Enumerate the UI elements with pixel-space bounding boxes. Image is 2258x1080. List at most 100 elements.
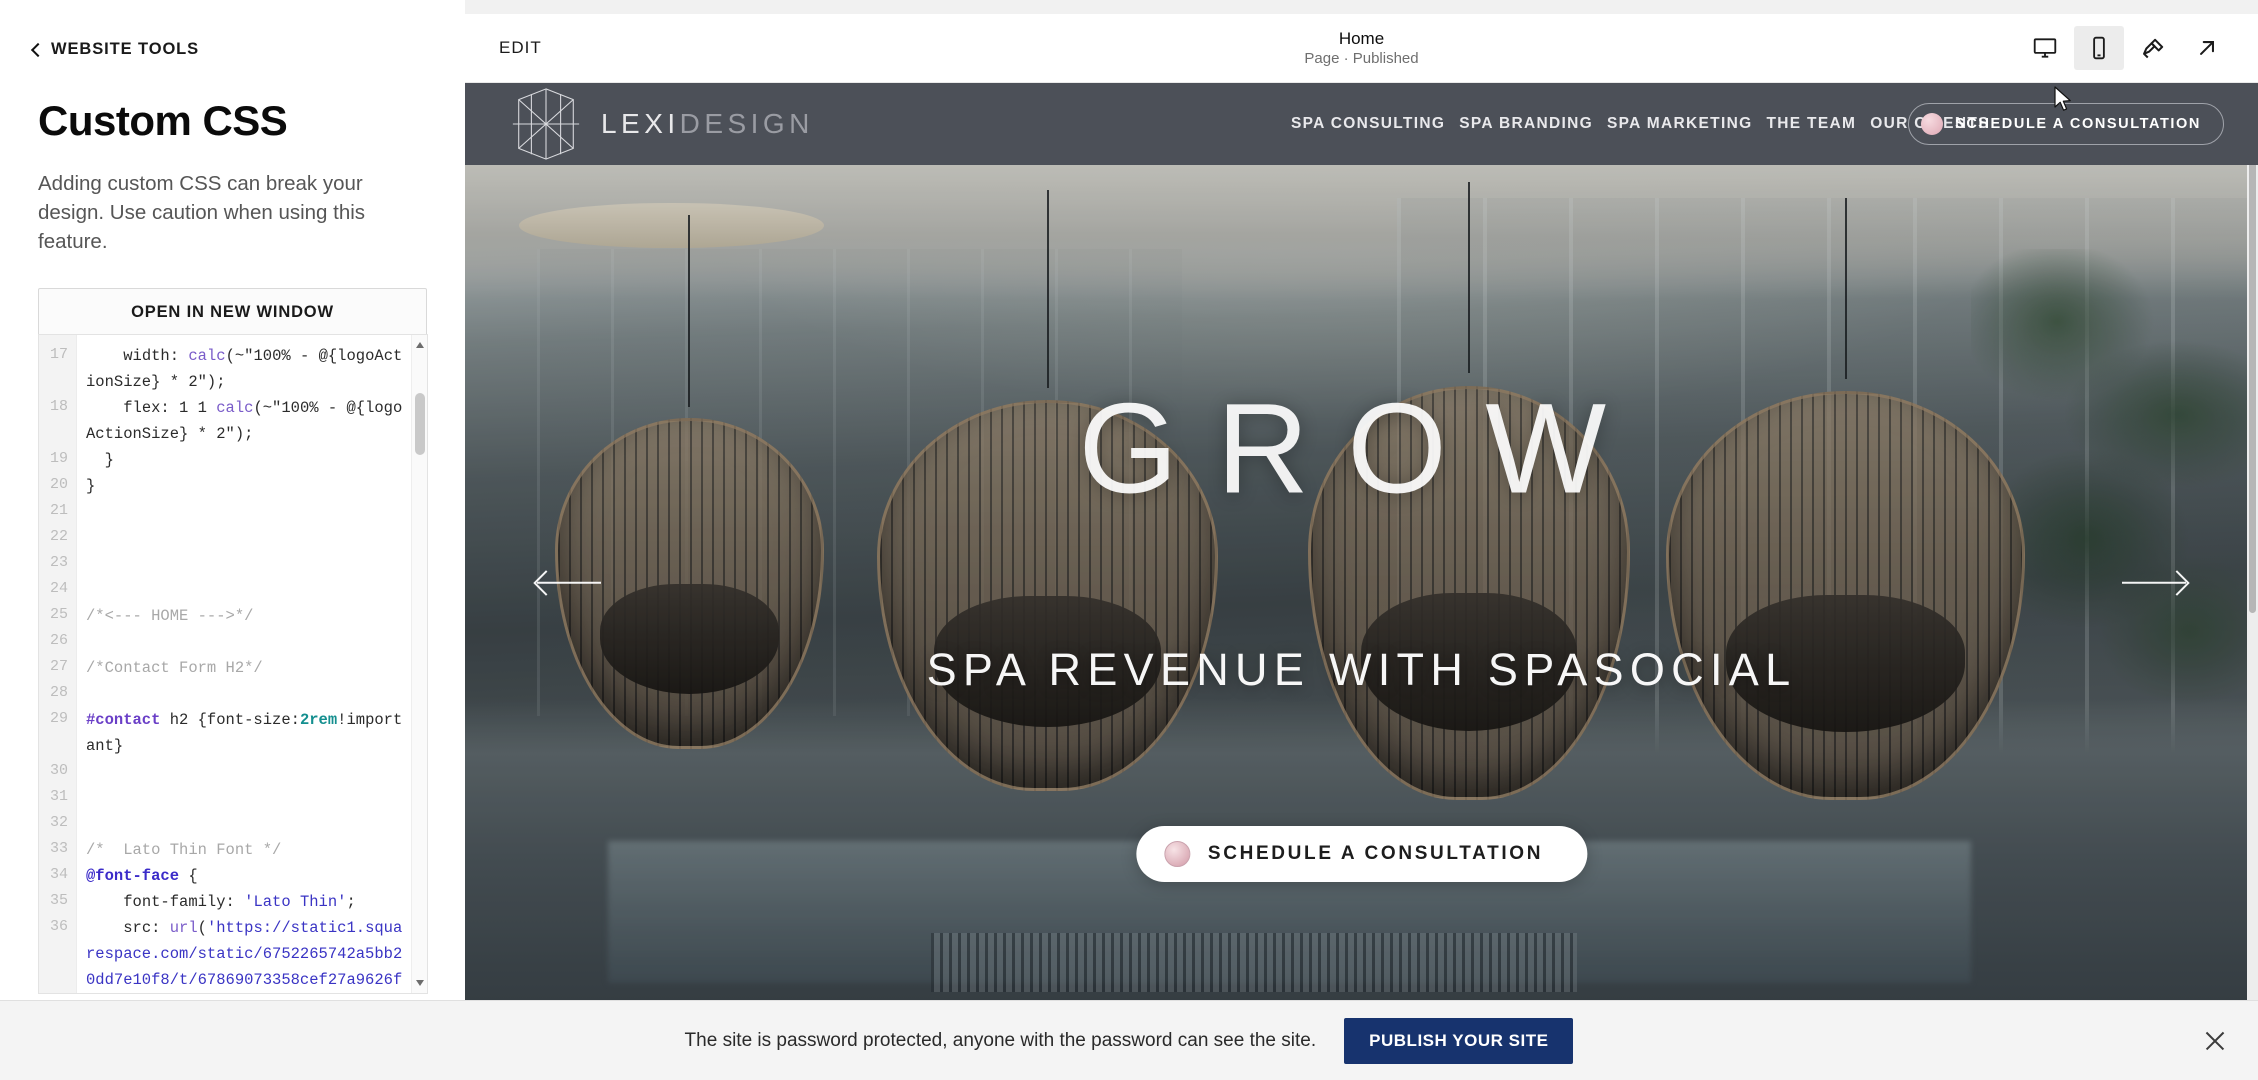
carousel-next-arrow-icon[interactable] — [2122, 563, 2190, 603]
chevron-left-icon — [29, 43, 42, 56]
code-line[interactable]: 26 — [39, 629, 413, 655]
hero-banner: GROW SPA REVENUE WITH SPASOCIAL SCHEDULE… — [465, 165, 2258, 1000]
line-text[interactable]: } — [77, 473, 413, 499]
code-line[interactable]: 25 /*<--- HOME --->*/ — [39, 603, 413, 629]
code-line[interactable]: 19 } — [39, 447, 413, 473]
mobile-view-icon[interactable] — [2074, 26, 2124, 70]
hero-cta-dot-icon — [1163, 840, 1190, 867]
scrollbar-thumb[interactable] — [415, 393, 425, 455]
line-number: 34 — [49, 866, 68, 883]
header-cta-button[interactable]: SCHEDULE A CONSULTATION — [1908, 103, 2224, 145]
site-preview-area: EDIT Home Page · Published LEXIDESIGN SP… — [465, 0, 2258, 1080]
view-mode-icons — [2020, 26, 2232, 70]
preview-scrollbar[interactable] — [2247, 83, 2258, 1000]
code-lines-container[interactable]: 17 width: calc(~"100% - @{logoActionSize… — [39, 335, 413, 993]
line-number: 27 — [49, 658, 68, 675]
code-line[interactable]: 33 /* Lato Thin Font */ — [39, 837, 413, 863]
carousel-prev-arrow-icon[interactable] — [533, 563, 601, 603]
close-icon[interactable] — [2200, 1026, 2230, 1056]
line-text[interactable]: width: calc(~"100% - @{logoActionSize} *… — [77, 343, 413, 395]
logo-primary: LEXI — [601, 108, 680, 139]
code-line[interactable]: 28 — [39, 681, 413, 707]
code-line[interactable]: 30 — [39, 759, 413, 785]
logo-secondary: DESIGN — [679, 108, 814, 139]
line-text[interactable]: /*Contact Form H2*/ — [77, 655, 413, 681]
cta-dot-icon — [1921, 113, 1944, 135]
code-line[interactable]: 31 — [39, 785, 413, 811]
line-number: 22 — [49, 528, 68, 545]
line-text[interactable]: /* Lato Thin Font */ — [77, 837, 413, 863]
scroll-up-arrow-icon[interactable] — [412, 337, 427, 353]
code-line[interactable]: 27 /*Contact Form H2*/ — [39, 655, 413, 681]
code-line[interactable]: 32 — [39, 811, 413, 837]
line-number: 28 — [49, 684, 68, 701]
code-line[interactable]: 34 @font-face { — [39, 863, 413, 889]
line-number: 23 — [49, 554, 68, 571]
design-brush-icon[interactable] — [2128, 26, 2178, 70]
line-number: 18 — [49, 398, 68, 415]
back-label: WEBSITE TOOLS — [51, 40, 200, 58]
code-line[interactable]: 20} — [39, 473, 413, 499]
site-iframe[interactable]: LEXIDESIGN SPA CONSULTING SPA BRANDING SPA… — [465, 83, 2258, 1000]
line-number: 21 — [49, 502, 68, 519]
css-code-editor[interactable]: 17 width: calc(~"100% - @{logoActionSize… — [38, 334, 428, 994]
code-line[interactable]: 24 — [39, 577, 413, 603]
squarespace-editor-app: WEBSITE TOOLS Custom CSS Adding custom C… — [0, 0, 2258, 1080]
line-text[interactable]: @font-face { — [77, 863, 413, 889]
nav-link-spa-consulting[interactable]: SPA CONSULTING — [1291, 115, 1445, 133]
page-title: Custom CSS — [38, 97, 288, 144]
line-number: 31 — [49, 788, 68, 805]
password-protection-notice: The site is password protected, anyone w… — [0, 1000, 2258, 1080]
code-line[interactable]: 17 width: calc(~"100% - @{logoActionSize… — [39, 343, 413, 395]
code-line[interactable]: 22 — [39, 525, 413, 551]
nav-link-spa-branding[interactable]: SPA BRANDING — [1459, 115, 1593, 133]
code-line[interactable]: 36 src: url('https://static1.squarespace… — [39, 915, 413, 993]
open-in-new-window-button[interactable]: OPEN IN NEW WINDOW — [38, 288, 427, 337]
hero-cta-button[interactable]: SCHEDULE A CONSULTATION — [1135, 825, 1588, 882]
panel-description: Adding custom CSS can break your design.… — [38, 172, 366, 254]
code-line[interactable]: 29 #contact h2 {font-size:2rem!important} — [39, 707, 413, 759]
code-line[interactable]: 21 — [39, 499, 413, 525]
line-number: 26 — [49, 632, 68, 649]
preview-scrollbar-thumb[interactable] — [2249, 93, 2256, 613]
line-text[interactable]: } — [77, 447, 413, 473]
line-text[interactable]: /*<--- HOME --->*/ — [77, 603, 413, 629]
publish-your-site-button[interactable]: PUBLISH YOUR SITE — [1344, 1017, 1574, 1064]
site-logo[interactable]: LEXIDESIGN — [507, 86, 814, 162]
line-number: 30 — [49, 762, 68, 779]
line-number: 20 — [49, 476, 68, 493]
header-cta-label: SCHEDULE A CONSULTATION — [1955, 116, 2201, 132]
custom-css-panel: WEBSITE TOOLS Custom CSS Adding custom C… — [0, 0, 465, 1080]
hero-subtitle: SPA REVENUE WITH SPASOCIAL — [926, 644, 1797, 696]
open-external-icon[interactable] — [2182, 26, 2232, 70]
line-number: 17 — [49, 346, 68, 363]
line-number: 35 — [49, 892, 68, 909]
lexidesign-logo-icon — [512, 88, 580, 160]
line-text[interactable]: src: url('https://static1.squarespace.co… — [77, 915, 413, 993]
line-number: 36 — [49, 918, 68, 935]
code-line[interactable]: 35 font-family: 'Lato Thin'; — [39, 889, 413, 915]
edit-button[interactable]: EDIT — [499, 38, 542, 58]
back-to-website-tools[interactable]: WEBSITE TOOLS — [29, 40, 427, 59]
logo-wordmark: LEXIDESIGN — [601, 108, 814, 140]
line-number: 25 — [49, 606, 68, 623]
editor-scrollbar[interactable] — [411, 335, 427, 993]
hero-title: GROW — [1078, 377, 1645, 521]
line-text[interactable]: flex: 1 1 calc(~"100% - @{logoActionSize… — [77, 395, 413, 447]
code-line[interactable]: 18 flex: 1 1 calc(~"100% - @{logoActionS… — [39, 395, 413, 447]
nav-link-spa-marketing[interactable]: SPA MARKETING — [1607, 115, 1752, 133]
line-number: 33 — [49, 840, 68, 857]
line-number: 24 — [49, 580, 68, 597]
line-text[interactable]: #contact h2 {font-size:2rem!important} — [77, 707, 413, 759]
scroll-down-arrow-icon[interactable] — [412, 975, 427, 991]
site-header: LEXIDESIGN SPA CONSULTING SPA BRANDING SPA… — [465, 83, 2258, 165]
notice-message: The site is password protected, anyone w… — [684, 1029, 1317, 1051]
nav-link-the-team[interactable]: THE TEAM — [1766, 115, 1856, 133]
page-status: Page · Published — [1304, 50, 1419, 68]
line-number: 29 — [49, 710, 68, 727]
line-text[interactable]: font-family: 'Lato Thin'; — [77, 889, 413, 915]
code-line[interactable]: 23 — [39, 551, 413, 577]
line-number: 32 — [49, 814, 68, 831]
desktop-view-icon[interactable] — [2020, 26, 2070, 70]
page-meta: Home Page · Published — [1304, 28, 1418, 69]
